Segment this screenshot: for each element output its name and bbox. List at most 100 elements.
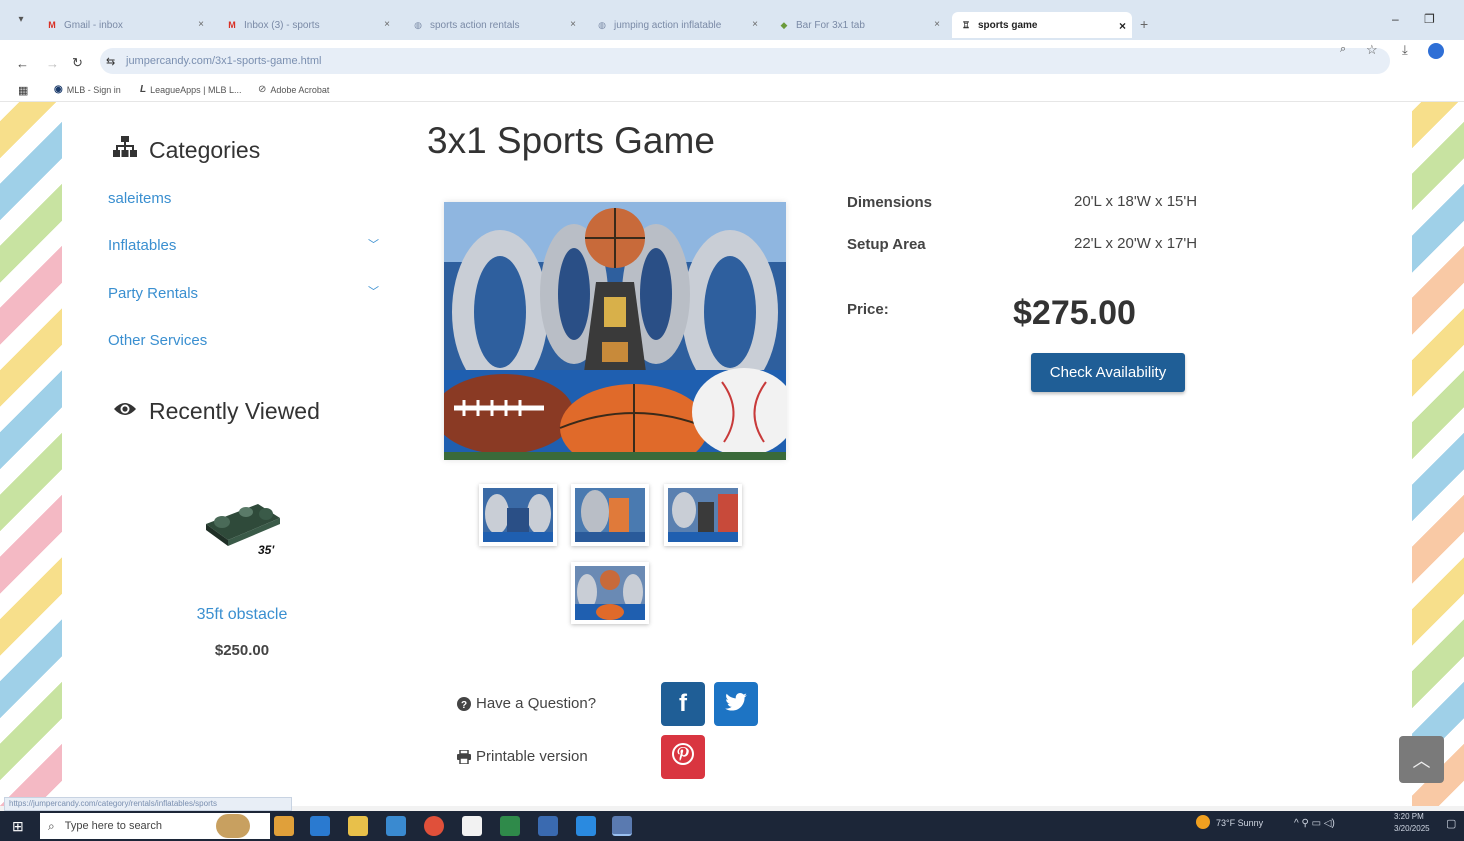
taskbar-app-icon[interactable] — [538, 816, 558, 836]
chevron-down-icon[interactable]: ﹀ — [368, 236, 379, 252]
have-a-question-link[interactable]: ? Have a Question? — [456, 695, 596, 712]
windows-start-icon[interactable]: ⊞ — [12, 818, 24, 835]
browser-tab-label: sports game — [978, 19, 1038, 31]
globe-icon: ◍ — [598, 19, 606, 30]
browser-tab-label: Inbox (3) - sports — [244, 19, 320, 31]
taskbar-app-icon[interactable] — [274, 816, 294, 836]
close-icon[interactable]: × — [934, 19, 940, 30]
product-price: $275.00 — [1013, 294, 1136, 332]
clock-date[interactable]: 3/20/2025 — [1394, 824, 1430, 833]
close-icon[interactable]: × — [570, 19, 576, 30]
pinterest-icon — [671, 742, 695, 773]
facebook-share-button[interactable]: f — [661, 682, 705, 726]
status-bar-url: https://jumpercandy.com/category/rentals… — [4, 797, 292, 811]
back-arrow-icon[interactable]: ← — [16, 56, 29, 71]
product-thumbnail[interactable] — [664, 484, 742, 546]
recent-item-price: $250.00 — [214, 642, 270, 659]
category-link-saleitems[interactable]: saleitems — [108, 190, 171, 207]
edge-icon[interactable] — [310, 816, 330, 836]
pinterest-share-button[interactable] — [661, 735, 705, 779]
notification-icon[interactable]: ▢ — [1446, 817, 1456, 830]
svg-text:?: ? — [461, 700, 467, 711]
close-icon[interactable]: × — [198, 19, 204, 30]
printer-icon — [456, 749, 472, 765]
spec-label-setup-area: Setup Area — [847, 236, 926, 253]
recent-item-image[interactable]: 35' — [202, 496, 282, 557]
file-explorer-icon[interactable] — [348, 816, 368, 836]
restore-icon[interactable]: ❐ — [1424, 12, 1435, 26]
bookmark-item[interactable]: ◉ MLB - Sign in — [54, 84, 121, 95]
categories-heading: Categories — [113, 136, 260, 164]
leagueapps-icon: L — [140, 84, 147, 95]
bookmark-item[interactable]: L LeagueApps | MLB L... — [140, 84, 242, 95]
product-thumbnail[interactable] — [571, 484, 649, 546]
taskbar-app-icon[interactable] — [612, 816, 632, 836]
close-icon[interactable]: × — [1119, 19, 1126, 33]
product-thumbnail[interactable] — [479, 484, 557, 546]
back-to-top-button[interactable]: ︿ — [1399, 736, 1444, 783]
system-tray-icons[interactable]: ^ ⚲ ▭ ◁) — [1294, 818, 1335, 829]
printable-version-link[interactable]: Printable version — [456, 748, 588, 765]
clock-time[interactable]: 3:20 PM — [1394, 812, 1424, 821]
globe-icon: ◍ — [414, 19, 422, 30]
zoom-icon[interactable]: ⌕ — [1340, 43, 1346, 56]
weather-text[interactable]: 73°F Sunny — [1216, 818, 1263, 828]
chevron-up-icon: ︿ — [1412, 750, 1431, 771]
taskbar-widget-icon[interactable] — [216, 814, 250, 838]
category-link-other-services[interactable]: Other Services — [108, 332, 207, 349]
site-settings-icon[interactable]: ⇆ — [106, 55, 115, 68]
sitemap-icon — [113, 136, 137, 164]
recently-viewed-title: Recently Viewed — [149, 398, 320, 424]
categories-title: Categories — [149, 136, 261, 163]
reload-icon[interactable]: ↻ — [72, 55, 83, 71]
star-icon[interactable]: ☆ — [1366, 42, 1378, 58]
question-circle-icon: ? — [456, 696, 472, 712]
tab-search-icon[interactable]: ▾ — [10, 14, 32, 32]
decorative-stripes — [0, 102, 62, 806]
check-availability-button[interactable]: Check Availability — [1031, 353, 1185, 392]
address-bar-url[interactable]: jumpercandy.com/3x1-sports-game.html — [126, 55, 321, 67]
product-thumbnail[interactable] — [571, 562, 649, 624]
recently-viewed-heading: Recently Viewed — [113, 398, 320, 425]
category-link-inflatables[interactable]: Inflatables — [108, 237, 176, 254]
browser-tab-label: sports action rentals — [430, 19, 520, 31]
weather-icon — [1196, 815, 1210, 829]
product-main-image[interactable] — [444, 202, 786, 460]
minimize-icon[interactable]: – — [1392, 12, 1399, 26]
twitter-icon — [725, 690, 747, 718]
browser-tab[interactable]: ◍ jumping action inflatable × — [588, 12, 764, 38]
gmail-icon: M — [48, 20, 56, 30]
taskbar-app-icon[interactable] — [576, 816, 596, 836]
profile-avatar[interactable] — [1428, 43, 1444, 59]
recent-item-badge: 35' — [258, 543, 275, 556]
printable-version-label: Printable version — [476, 748, 588, 765]
browser-tab[interactable]: M Inbox (3) - sports × — [218, 12, 396, 38]
recent-item-name[interactable]: 35ft obstacle — [162, 606, 322, 624]
close-icon[interactable]: × — [384, 19, 390, 30]
chrome-icon[interactable] — [424, 816, 444, 836]
browser-tab-label: Gmail - inbox — [64, 19, 123, 31]
bookmark-item[interactable]: ⊘ Adobe Acrobat — [258, 84, 329, 95]
have-a-question-label: Have a Question? — [476, 695, 597, 712]
close-icon[interactable]: × — [752, 19, 758, 30]
taskbar-app-icon[interactable] — [386, 816, 406, 836]
excel-icon[interactable] — [500, 816, 520, 836]
decorative-stripes — [1412, 102, 1464, 806]
taskbar-search-placeholder: Type here to search — [64, 820, 162, 832]
browser-tab-active[interactable]: ♖ sports game × — [952, 12, 1132, 38]
forward-arrow-icon[interactable]: → — [46, 56, 59, 71]
chevron-down-icon[interactable]: ﹀ — [368, 283, 379, 299]
browser-tab[interactable]: M Gmail - inbox × — [38, 12, 210, 38]
new-tab-icon[interactable]: + — [1140, 16, 1148, 32]
taskbar-app-icon[interactable] — [462, 816, 482, 836]
browser-tab[interactable]: ◍ sports action rentals × — [404, 12, 582, 38]
bookmark-label: MLB - Sign in — [66, 84, 121, 95]
browser-tab[interactable]: ◆ Bar For 3x1 tab × — [770, 12, 946, 38]
spec-value-setup-area: 22'L x 20'W x 17'H — [1074, 235, 1198, 252]
bookmark-label: Adobe Acrobat — [270, 84, 330, 95]
search-icon: ⌕ — [48, 818, 55, 833]
twitter-share-button[interactable] — [714, 682, 758, 726]
category-link-party-rentals[interactable]: Party Rentals — [108, 285, 198, 302]
download-icon[interactable]: ⤓ — [1402, 42, 1408, 58]
apps-grid-icon[interactable]: ▦ — [18, 84, 28, 97]
